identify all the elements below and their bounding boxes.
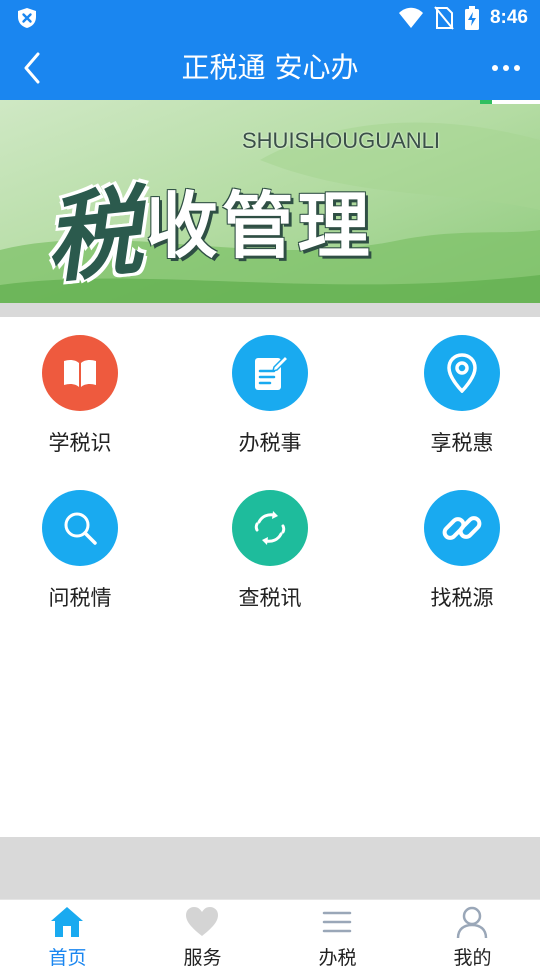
- grid-item-label: 找税源: [430, 586, 494, 610]
- grid-item-label: 办税事: [238, 431, 302, 455]
- tab-tax[interactable]: 办税: [270, 900, 405, 969]
- grid-item-label: 享税惠: [430, 431, 494, 455]
- location-pin-icon: [447, 353, 477, 393]
- grid-item-query[interactable]: 查税讯: [190, 472, 350, 610]
- chevron-left-icon: [24, 52, 40, 84]
- tab-label: 我的: [453, 947, 492, 969]
- grid-item-circle: [42, 490, 118, 566]
- no-sim-icon: [434, 6, 454, 30]
- menu-lines-icon: [322, 911, 352, 933]
- home-icon: [51, 907, 83, 937]
- grid-item-circle: [232, 490, 308, 566]
- banner-title-first: 税: [39, 175, 147, 297]
- link-icon: [442, 516, 482, 540]
- more-button[interactable]: [486, 50, 526, 86]
- user-icon: [456, 906, 488, 939]
- tab-mine[interactable]: 我的: [405, 900, 540, 969]
- shield-x-icon: [18, 8, 36, 28]
- bottom-tab-bar: 首页 服务 办税 我的: [0, 899, 540, 969]
- grid-item-source[interactable]: 找税源: [382, 472, 540, 610]
- grid-item-handle[interactable]: 办税事: [190, 317, 350, 455]
- banner-indicator: [480, 100, 540, 104]
- banner[interactable]: SHUISHOUGUANLI 税 收管理: [0, 100, 540, 303]
- tab-label: 首页: [48, 947, 87, 969]
- app-bar: 正税通 安心办: [0, 36, 540, 100]
- bottom-gray-band: [0, 837, 540, 899]
- wifi-icon: [398, 7, 423, 28]
- more-dots-icon: [492, 65, 498, 71]
- grid-item-label: 查税讯: [238, 586, 302, 610]
- grid-item-label: 学税识: [48, 431, 112, 455]
- status-time: 8:46: [489, 7, 528, 28]
- grid-item-circle: [42, 335, 118, 411]
- banner-divider: [0, 303, 540, 317]
- refresh-icon: [254, 511, 286, 545]
- page-title: 正税通 安心办: [181, 51, 359, 84]
- grid-item-ask[interactable]: 问税情: [0, 472, 160, 610]
- book-icon: [64, 359, 96, 387]
- back-button[interactable]: [14, 50, 50, 86]
- grid-item-benefit[interactable]: 享税惠: [382, 317, 540, 455]
- battery-charging-icon: [464, 6, 479, 30]
- banner-title-rest: 收管理: [145, 184, 374, 268]
- grid-item-circle: [424, 335, 500, 411]
- grid-item-circle: [232, 335, 308, 411]
- form-edit-icon: [255, 354, 288, 390]
- grid-item-label: 问税情: [48, 586, 112, 610]
- heart-icon: [186, 907, 218, 936]
- more-dot: [514, 65, 520, 71]
- tab-home[interactable]: 首页: [0, 900, 135, 969]
- function-grid: 学税识 办税事 享税惠 问税情 查税讯 找税源: [0, 317, 540, 837]
- more-dot: [503, 65, 509, 71]
- banner-title: 税 收管理: [39, 158, 374, 297]
- banner-subtitle: SHUISHOUGUANLI: [242, 128, 441, 153]
- grid-item-learn[interactable]: 学税识: [0, 317, 160, 455]
- search-icon: [64, 512, 97, 545]
- tab-label: 服务: [183, 947, 222, 969]
- grid-item-circle: [424, 490, 500, 566]
- tab-service[interactable]: 服务: [135, 900, 270, 969]
- tab-label: 办税: [318, 947, 357, 969]
- status-bar: 8:46: [0, 0, 540, 36]
